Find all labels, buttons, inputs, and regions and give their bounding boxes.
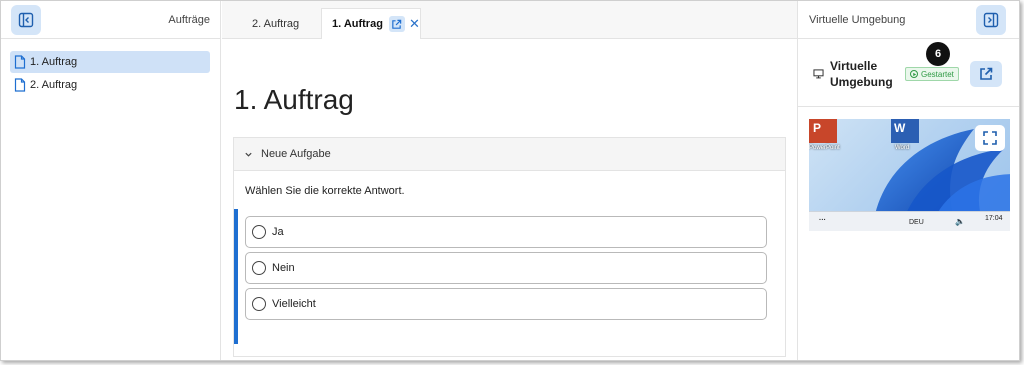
close-tab-icon[interactable]: ✕ [409, 16, 420, 32]
powerpoint-icon[interactable]: P [809, 119, 837, 143]
status-badge: Gestartet [905, 67, 959, 81]
main-content: 2. Auftrag 1. Auftrag ✕ 1. Auftrag Neue … [222, 1, 797, 360]
play-icon [910, 70, 918, 78]
chevron-down-icon [244, 150, 253, 159]
answer-accent-bar [234, 209, 238, 344]
task-section-title: Neue Aufgabe [261, 148, 331, 160]
task-card: Neue Aufgabe Wählen Sie die korrekte Ant… [233, 137, 786, 357]
panel-right-icon [983, 12, 999, 28]
app-letter: P [813, 121, 822, 135]
radio-button[interactable] [252, 297, 266, 311]
collapse-right-panel-button[interactable] [976, 5, 1006, 35]
document-icon [14, 55, 26, 69]
app-letter: W [894, 121, 906, 135]
monitor-icon [813, 68, 824, 82]
radio-button[interactable] [252, 261, 266, 275]
virtual-desktop-preview[interactable]: P PowerPoint W Word ··· DEU 🔈 17:04 [809, 119, 1010, 231]
answer-option-label: Nein [272, 262, 295, 274]
desktop-app-label: Word [895, 145, 910, 151]
status-text: Gestartet [921, 69, 954, 79]
environment-label: Virtuelle Umgebung [830, 58, 900, 90]
tab-bar: 2. Auftrag 1. Auftrag ✕ [222, 1, 797, 39]
task-section-header[interactable]: Neue Aufgabe [234, 138, 785, 171]
answer-option-ja[interactable]: Ja [245, 216, 767, 248]
answer-option-label: Ja [272, 226, 284, 238]
panel-left-icon [18, 12, 34, 28]
open-external-icon[interactable] [388, 16, 405, 32]
environment-row: Virtuelle Umgebung Gestartet 6 [798, 39, 1019, 107]
app-window: Aufträge 1. Auftrag 2. Auftrag 2. Auftra… [0, 0, 1020, 361]
taskbar-clock: 17:04 [985, 215, 1003, 222]
taskbar: ··· DEU 🔈 17:04 [809, 211, 1010, 231]
taskbar-language[interactable]: DEU [909, 219, 924, 226]
question-text: Wählen Sie die korrekte Antwort. [245, 185, 405, 197]
tab-label: 2. Auftrag [252, 17, 300, 30]
sidebar-item-auftrag-2[interactable]: 2. Auftrag [10, 74, 210, 96]
tab-auftrag-2[interactable]: 2. Auftrag [240, 8, 311, 39]
desktop-app-label: PowerPoint [809, 145, 840, 151]
document-icon [14, 78, 26, 92]
taskbar-overflow-button[interactable]: ··· [819, 217, 826, 224]
environment-label-line2: Umgebung [830, 75, 893, 89]
page-title: 1. Auftrag [234, 84, 354, 115]
fullscreen-button[interactable] [975, 125, 1005, 151]
answer-option-nein[interactable]: Nein [245, 252, 767, 284]
sidebar-item-label: 2. Auftrag [30, 79, 78, 91]
answer-option-vielleicht[interactable]: Vielleicht [245, 288, 767, 320]
tab-auftrag-1[interactable]: 1. Auftrag ✕ [321, 8, 421, 39]
step-badge: 6 [926, 42, 950, 66]
answer-option-label: Vielleicht [272, 298, 316, 310]
environment-label-line1: Virtuelle [830, 59, 878, 73]
open-external-icon [980, 67, 993, 80]
virtual-environment-panel: Virtuelle Umgebung Virtuelle Umgebung Ge… [797, 1, 1019, 360]
right-panel-header: Virtuelle Umgebung [798, 1, 1019, 39]
sidebar-title: Aufträge [168, 14, 210, 26]
orders-sidebar: Aufträge 1. Auftrag 2. Auftrag [1, 1, 221, 360]
sidebar-header: Aufträge [1, 1, 220, 39]
tab-label: 1. Auftrag [332, 18, 383, 30]
collapse-left-panel-button[interactable] [11, 5, 41, 35]
open-environment-button[interactable] [970, 61, 1002, 87]
sidebar-item-label: 1. Auftrag [30, 56, 78, 68]
volume-icon[interactable]: 🔈 [955, 217, 965, 226]
fullscreen-icon [983, 131, 997, 145]
sidebar-item-auftrag-1[interactable]: 1. Auftrag [10, 51, 210, 73]
radio-button[interactable] [252, 225, 266, 239]
word-icon[interactable]: W [891, 119, 919, 143]
right-panel-title: Virtuelle Umgebung [809, 14, 906, 26]
